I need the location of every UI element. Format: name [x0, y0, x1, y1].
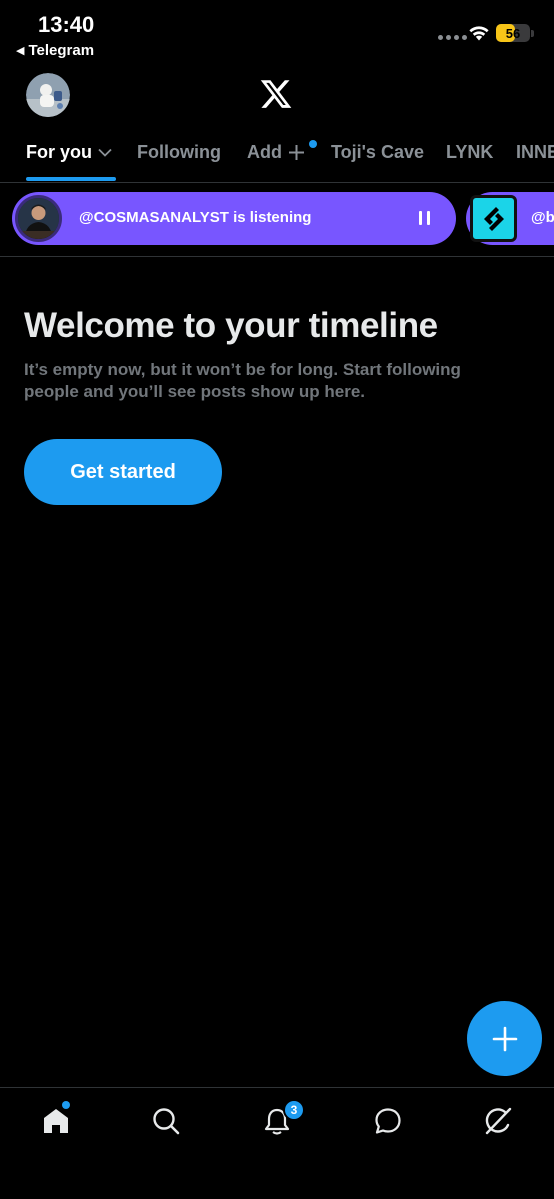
tab-inne[interactable]: INNE	[516, 142, 554, 163]
active-tab-indicator	[26, 177, 116, 181]
nav-home[interactable]	[39, 1104, 73, 1138]
status-time: 13:40	[38, 12, 95, 37]
compose-post-button[interactable]	[467, 1001, 542, 1076]
tab-label: Toji's Cave	[331, 142, 424, 162]
tab-label: Following	[137, 142, 221, 162]
tab-label: INNE	[516, 142, 554, 162]
space-listening-text: @b	[531, 209, 554, 226]
chevron-down-icon[interactable]	[98, 148, 112, 157]
plus-icon	[289, 145, 304, 160]
new-indicator-dot	[309, 140, 317, 148]
space-listening-text: @COSMASANALYST is listening	[79, 209, 312, 226]
tab-label: For you	[26, 142, 92, 162]
empty-state-subtitle: It’s empty now, but it won’t be for long…	[24, 360, 461, 401]
plus-icon	[492, 1026, 517, 1051]
back-to-app-link[interactable]: ◀ Telegram	[16, 42, 94, 59]
timeline-tabs: For you Following Add Toji's Cave LYNK I…	[0, 124, 554, 182]
app-screen: 13:40 ◀ Telegram 56 For you Following Ad…	[0, 0, 554, 1199]
empty-state-title: Welcome to your timeline	[24, 306, 438, 345]
nav-messages[interactable]	[371, 1104, 405, 1138]
space-host-avatar	[15, 195, 62, 242]
notification-badge: 3	[283, 1099, 305, 1121]
pause-icon[interactable]	[419, 211, 430, 225]
tab-add[interactable]: Add	[247, 142, 305, 163]
tab-tojis-cave[interactable]: Toji's Cave	[331, 142, 424, 163]
search-icon	[153, 1108, 180, 1135]
tab-following[interactable]: Following	[137, 142, 221, 163]
profile-avatar[interactable]	[26, 73, 70, 117]
wifi-icon	[469, 26, 489, 41]
tab-lynk[interactable]: LYNK	[446, 142, 493, 163]
battery-indicator: 56	[496, 24, 530, 42]
divider	[0, 256, 554, 257]
home-icon	[44, 1109, 68, 1133]
nav-grok[interactable]	[481, 1104, 515, 1138]
tab-label: LYNK	[446, 142, 494, 162]
battery-tip	[531, 30, 534, 37]
tab-label: Add	[247, 142, 282, 162]
nav-search[interactable]	[149, 1104, 183, 1138]
x-logo-icon[interactable]	[259, 77, 293, 111]
divider	[0, 1087, 554, 1088]
cellular-signal-icon	[438, 35, 467, 40]
chat-icon	[375, 1108, 401, 1134]
back-arrow-icon: ◀	[16, 45, 25, 57]
battery-level: 56	[505, 25, 521, 41]
status-bar: 13:40 ◀ Telegram 56	[0, 0, 554, 64]
home-new-indicator	[62, 1101, 70, 1109]
grok-icon	[485, 1107, 512, 1135]
back-app-label: Telegram	[28, 42, 95, 59]
space-logo-icon	[470, 195, 517, 242]
space-card[interactable]: @COSMASANALYST is listening	[12, 192, 456, 245]
tab-for-you[interactable]: For you	[26, 142, 112, 163]
get-started-button[interactable]: Get started	[24, 439, 222, 505]
divider	[0, 182, 554, 183]
